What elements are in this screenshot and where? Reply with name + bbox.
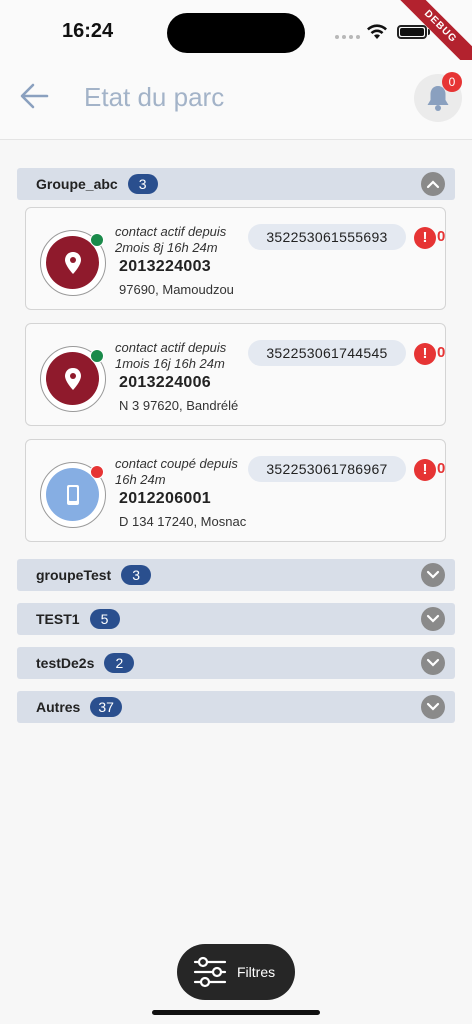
map-pin-icon	[64, 367, 81, 390]
contact-status: contact coupé depuis 16h 24m	[115, 456, 238, 487]
group-name: testDe2s	[36, 655, 95, 671]
group-name: Autres	[36, 699, 81, 715]
alert-count: 0	[437, 228, 446, 245]
imei-chip: 352253061555693	[248, 224, 406, 250]
group-header-test1[interactable]: TEST1 5	[17, 603, 455, 635]
chevron-down-icon[interactable]	[421, 607, 445, 631]
device-avatar	[40, 346, 106, 412]
status-dot	[90, 465, 104, 479]
chevron-down-icon[interactable]	[421, 563, 445, 587]
chevron-up-icon[interactable]	[421, 172, 445, 196]
chevron-down-icon[interactable]	[421, 651, 445, 675]
filters-button[interactable]: Filtres	[177, 944, 295, 1000]
alert-icon[interactable]: !	[414, 227, 436, 249]
device-card[interactable]: contact actif depuis 2mois 8j 16h 24m 35…	[25, 207, 446, 310]
arrow-left-icon	[20, 83, 49, 109]
status-dot	[90, 233, 104, 247]
contact-status: contact actif depuis 2mois 8j 16h 24m	[115, 224, 227, 255]
app-header: Etat du parc 0	[0, 60, 472, 140]
status-dot	[90, 349, 104, 363]
device-id: 2012206001	[119, 490, 211, 507]
device-card[interactable]: contact actif depuis 1mois 16j 16h 24m 3…	[25, 323, 446, 426]
group-count-badge: 3	[127, 174, 158, 194]
sliders-icon	[193, 956, 227, 988]
group-header-groupetest[interactable]: groupeTest 3	[17, 559, 455, 591]
map-pin-icon	[64, 251, 81, 274]
group-header-autres[interactable]: Autres 37	[17, 691, 455, 723]
device-address: N 3 97620, Bandrélé	[119, 398, 239, 413]
contact-status: contact actif depuis 1mois 16j 16h 24m	[115, 340, 227, 371]
dynamic-island	[167, 13, 305, 53]
group-header-groupe-abc[interactable]: Groupe_abc 3	[17, 168, 455, 200]
notification-badge: 0	[442, 72, 462, 92]
imei-chip: 352253061786967	[248, 456, 406, 482]
filters-label: Filtres	[237, 964, 276, 980]
home-indicator	[152, 1010, 320, 1015]
alert-count: 0	[437, 460, 446, 477]
page-title: Etat du parc	[84, 82, 225, 112]
clock: 16:24	[62, 20, 114, 42]
group-header-testde2s[interactable]: testDe2s 2	[17, 647, 455, 679]
group-count-badge: 2	[104, 653, 135, 673]
device-id: 2013224003	[119, 258, 211, 275]
group-name: groupeTest	[36, 567, 112, 583]
alert-count: 0	[437, 344, 446, 361]
device-address: 97690, Mamoudzou	[119, 282, 234, 297]
back-button[interactable]	[16, 78, 52, 114]
alert-icon[interactable]: !	[414, 343, 436, 365]
group-count-badge: 37	[90, 697, 122, 717]
device-address: D 134 17240, Mosnac	[119, 514, 247, 529]
alert-icon[interactable]: !	[414, 459, 436, 481]
phone-icon	[66, 484, 79, 505]
cellular-signal-icon	[335, 35, 360, 39]
group-name: TEST1	[36, 611, 80, 627]
group-name: Groupe_abc	[36, 176, 118, 192]
device-avatar	[40, 462, 106, 528]
group-count-badge: 3	[121, 565, 152, 585]
device-avatar	[40, 230, 106, 296]
chevron-down-icon[interactable]	[421, 695, 445, 719]
imei-chip: 352253061744545	[248, 340, 406, 366]
notifications-button[interactable]: 0	[414, 72, 462, 122]
device-id: 2013224006	[119, 374, 211, 391]
group-count-badge: 5	[89, 609, 120, 629]
device-card[interactable]: contact coupé depuis 16h 24m 35225306178…	[25, 439, 446, 542]
